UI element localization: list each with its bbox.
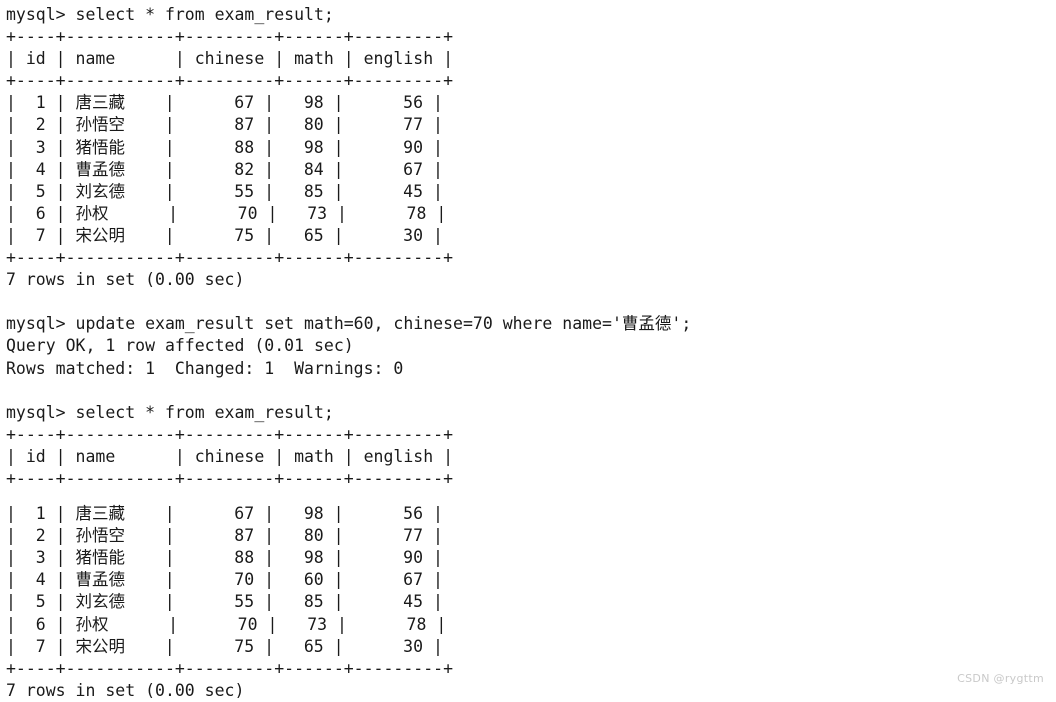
command-line-select-2: mysql> select * from exam_result; (6, 402, 334, 422)
table-separator-top: +----+-----------+---------+------+-----… (6, 27, 454, 47)
table-separator-header: +----+-----------+---------+------+-----… (6, 468, 454, 488)
command-line-select-1: mysql> select * from exam_result; (6, 5, 334, 24)
table-row: | 6 | 孙权 | 70 | 73 | 78 | (6, 203, 447, 223)
mysql-terminal[interactable]: mysql> select * from exam_result; +----+… (0, 0, 1056, 700)
table-row: | 2 | 孙悟空 | 87 | 80 | 77 | (6, 526, 443, 546)
table-row: | 7 | 宋公明 | 75 | 65 | 30 | (6, 636, 443, 656)
command-line-update: mysql> update exam_result set math=60, c… (6, 314, 692, 334)
table-row: | 5 | 刘玄德 | 55 | 85 | 45 | (6, 592, 443, 612)
table-separator-bottom: +----+-----------+---------+------+-----… (6, 248, 454, 268)
result-footer-rowcount: 7 rows in set (0.00 sec) (6, 680, 245, 700)
status-query-ok: Query OK, 1 row affected (0.01 sec) (6, 336, 354, 356)
table-row: | 5 | 刘玄德 | 55 | 85 | 45 | (6, 181, 443, 201)
table-separator-bottom: +----+-----------+---------+------+-----… (6, 658, 454, 678)
table-row: | 1 | 唐三藏 | 67 | 98 | 56 | (6, 504, 443, 524)
csdn-watermark: CSDN @rygttm (957, 672, 1044, 685)
table-row: | 3 | 猪悟能 | 88 | 98 | 90 | (6, 548, 443, 568)
table-row: | 3 | 猪悟能 | 88 | 98 | 90 | (6, 137, 443, 157)
table-header-row: | id | name | chinese | math | english | (6, 49, 454, 69)
table-row: | 4 | 曹孟德 | 82 | 84 | 67 | (6, 159, 443, 179)
status-rows-matched: Rows matched: 1 Changed: 1 Warnings: 0 (6, 358, 404, 378)
table-row: | 6 | 孙权 | 70 | 73 | 78 | (6, 614, 447, 634)
table-separator-top: +----+-----------+---------+------+-----… (6, 424, 454, 444)
table-header-row: | id | name | chinese | math | english | (6, 446, 454, 466)
table-row: | 4 | 曹孟德 | 70 | 60 | 67 | (6, 570, 443, 590)
table-row: | 7 | 宋公明 | 75 | 65 | 30 | (6, 225, 443, 245)
table-separator-header: +----+-----------+---------+------+-----… (6, 71, 454, 91)
table-row: | 1 | 唐三藏 | 67 | 98 | 56 | (6, 93, 443, 113)
result-footer-rowcount: 7 rows in set (0.00 sec) (6, 270, 245, 290)
table-row: | 2 | 孙悟空 | 87 | 80 | 77 | (6, 115, 443, 135)
